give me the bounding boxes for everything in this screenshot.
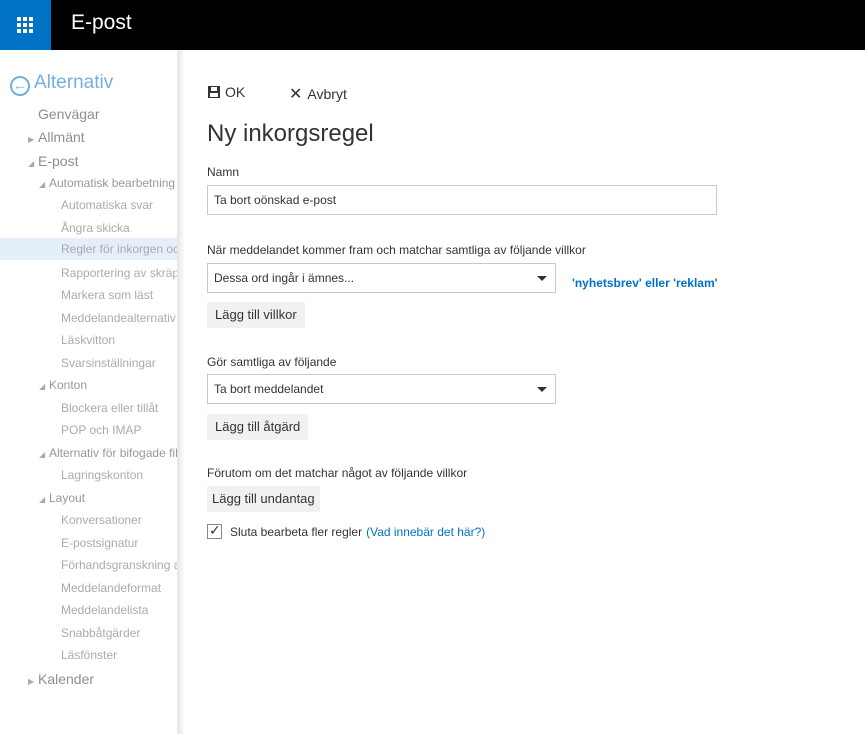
cancel-button[interactable]: ✕ Avbryt: [289, 84, 347, 104]
condition-select[interactable]: Dessa ord ingår i ämnes...: [207, 263, 556, 293]
collapse-arrow-icon: ◢: [39, 382, 46, 391]
condition-words-link[interactable]: 'nyhetsbrev' eller 'reklam': [572, 276, 718, 290]
close-icon: ✕: [289, 86, 303, 103]
add-condition-button[interactable]: Lägg till villkor: [207, 302, 305, 328]
ok-button[interactable]: OK: [208, 84, 245, 100]
sidebar-item-lagringskonton[interactable]: Lagringskonton: [61, 468, 143, 482]
sidebar-item-meddelandealternativ[interactable]: Meddelandealternativ: [61, 311, 176, 325]
back-label: Alternativ: [34, 72, 114, 93]
collapse-arrow-icon: ◢: [28, 159, 35, 168]
sidebar-item-meddelandelista[interactable]: Meddelandelista: [61, 603, 148, 617]
collapse-arrow-icon: ◢: [39, 180, 46, 189]
sidebar-item-angra-skicka[interactable]: Ångra skicka: [61, 221, 130, 235]
sidebar-item-genvagar[interactable]: Genvägar: [38, 106, 99, 122]
save-icon: [208, 86, 220, 98]
sidebar-item-laskvitton[interactable]: Läskvitton: [61, 333, 115, 347]
sidebar-item-allmant[interactable]: ▶ Allmänt: [28, 129, 85, 145]
sidebar-item-forhandsgranskning[interactable]: Förhandsgranskning av länkar: [61, 558, 177, 572]
action-select[interactable]: Ta bort meddelandet: [207, 374, 556, 404]
back-arrow-icon: ←: [10, 76, 30, 96]
sidebar-item-konversationer[interactable]: Konversationer: [61, 513, 142, 527]
sidebar-item-regler-for-inkorgen[interactable]: Regler för inkorgen och: [0, 238, 177, 260]
top-bar: E-post: [0, 0, 865, 50]
sidebar-item-rapportering[interactable]: Rapportering av skräppost: [61, 266, 177, 280]
sidebar-item-pop-imap[interactable]: POP och IMAP: [61, 423, 141, 437]
sidebar-item-lasfonster[interactable]: Läsfönster: [61, 648, 117, 662]
collapse-arrow-icon: ◢: [39, 450, 46, 459]
sidebar-item-svarsinstallningar[interactable]: Svarsinställningar: [61, 356, 156, 370]
stop-processing-checkbox[interactable]: [207, 522, 222, 539]
sidebar-item-automatisk-bearbetning[interactable]: ◢ Automatisk bearbetning: [39, 176, 175, 190]
stop-processing-row: Sluta bearbeta fler regler(Vad innebär d…: [207, 522, 485, 539]
sidebar-item-bifogade-filer[interactable]: ◢ Alternativ för bifogade filer: [39, 446, 177, 460]
back-to-options[interactable]: ← Alternativ: [10, 72, 113, 96]
name-label: Namn: [207, 165, 240, 179]
sidebar-item-epostsignatur[interactable]: E-postsignatur: [61, 536, 138, 550]
chevron-down-icon: [537, 387, 547, 392]
condition-label: När meddelandet kommer fram och matchar …: [207, 243, 586, 257]
app-title: E-post: [71, 11, 132, 34]
collapse-arrow-icon: ◢: [39, 495, 46, 504]
sidebar-item-markera-som-last[interactable]: Markera som läst: [61, 288, 153, 302]
waffle-icon: [17, 17, 33, 33]
add-exception-button[interactable]: Lägg till undantag: [207, 486, 320, 512]
stop-processing-label: Sluta bearbeta fler regler: [230, 525, 363, 539]
action-label: Gör samtliga av följande: [207, 355, 337, 369]
exception-label: Förutom om det matchar något av följande…: [207, 466, 468, 480]
sidebar-item-layout[interactable]: ◢ Layout: [39, 491, 85, 505]
sidebar-item-blockera[interactable]: Blockera eller tillåt: [61, 401, 158, 415]
panel-shadow: [177, 50, 185, 734]
add-action-button[interactable]: Lägg till åtgärd: [207, 414, 309, 440]
sidebar-item-kalender[interactable]: ▶ Kalender: [28, 671, 94, 687]
help-link[interactable]: (Vad innebär det här?): [366, 525, 485, 539]
sidebar-item-meddelandeformat[interactable]: Meddelandeformat: [61, 581, 161, 595]
options-sidebar: ← Alternativ Genvägar ▶ Allmänt ◢ E-post ◢ A…: [0, 50, 177, 734]
sidebar-item-automatiska-svar[interactable]: Automatiska svar: [61, 198, 153, 212]
app-launcher-button[interactable]: [0, 0, 51, 50]
rule-name-input[interactable]: Ta bort oönskad e-post: [207, 185, 717, 215]
chevron-down-icon: [537, 276, 547, 281]
expand-arrow-icon: ▶: [28, 135, 35, 144]
sidebar-item-epost[interactable]: ◢ E-post: [28, 153, 78, 169]
page-title: Ny inkorgsregel: [207, 120, 374, 147]
sidebar-item-snabbatgarder[interactable]: Snabbåtgärder: [61, 626, 140, 640]
sidebar-item-konton[interactable]: ◢ Konton: [39, 378, 87, 392]
rule-editor-panel: OK ✕ Avbryt Ny inkorgsregel Namn Ta bort …: [185, 50, 865, 734]
expand-arrow-icon: ▶: [28, 677, 35, 686]
